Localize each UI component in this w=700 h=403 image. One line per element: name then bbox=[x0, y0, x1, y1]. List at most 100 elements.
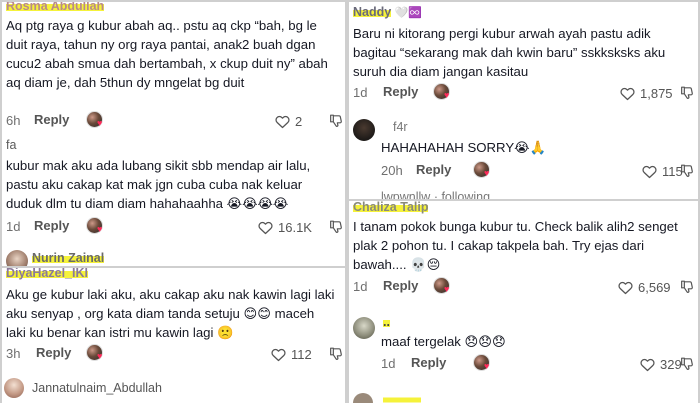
heart-outline-icon bbox=[640, 358, 655, 371]
thumbs-down-icon[interactable] bbox=[328, 345, 344, 362]
thumbs-down-icon[interactable] bbox=[679, 162, 695, 179]
username-highlight: Rosma Abdullah bbox=[6, 2, 105, 13]
comment-item: Rosma Abdullah Aq ptg raya g kubur abah … bbox=[2, 2, 345, 134]
comment-time: 3h bbox=[6, 346, 21, 361]
comment-username[interactable]: Chaliza Talip bbox=[353, 201, 429, 214]
reply-button[interactable]: Reply bbox=[34, 112, 69, 127]
reply-button[interactable]: Reply bbox=[383, 84, 418, 99]
like-button[interactable]: 6,569 bbox=[617, 277, 671, 297]
avatar[interactable] bbox=[353, 119, 375, 141]
avatar[interactable] bbox=[6, 250, 28, 266]
like-count: 1,875 bbox=[640, 85, 673, 101]
comment-text: Baru ni kitorang pergi kubur arwah ayah … bbox=[353, 26, 666, 79]
comment-item: lwpwnllw · following bbox=[349, 186, 698, 199]
username-highlight: .. bbox=[383, 315, 390, 329]
like-button[interactable]: 16.1K bbox=[257, 217, 312, 237]
username-emoji: 🤍♾️ bbox=[394, 7, 423, 19]
creator-heart-icon: ♥ bbox=[484, 361, 490, 371]
comment-username[interactable]: Rosma Abdullah bbox=[6, 2, 105, 13]
thumbs-down-icon[interactable] bbox=[679, 84, 695, 101]
creator-heart-icon: ♥ bbox=[97, 351, 103, 361]
comment-text: I tanam pokok bunga kubur tu. Check bali… bbox=[353, 219, 678, 272]
creator-heart-icon: ♥ bbox=[444, 90, 450, 100]
comment-actions: 1d Reply ♥ 1,875 bbox=[349, 83, 698, 103]
comment-username[interactable]: DiyaHazel_IKl bbox=[6, 268, 88, 280]
comment-username[interactable]: .. bbox=[383, 315, 390, 329]
comment-time: 20h bbox=[381, 163, 403, 178]
comment-item bbox=[349, 391, 698, 403]
thumbs-down-icon[interactable] bbox=[679, 278, 695, 295]
username-highlight: Naddy bbox=[353, 5, 392, 19]
comment-text: HAHAHAHAH SORRY😭🙏 bbox=[381, 140, 546, 155]
like-button[interactable]: 115 bbox=[641, 161, 683, 181]
comment-text: Aku ge kubur laki aku, aku cakap aku nak… bbox=[6, 287, 335, 340]
like-count: 2 bbox=[295, 113, 303, 129]
like-button[interactable]: 1,875 bbox=[619, 83, 673, 103]
comment-actions: 3h Reply ♥ 112 bbox=[2, 344, 345, 364]
comment-actions: 1d Reply ♥ 6,569 bbox=[349, 277, 698, 297]
comment-username[interactable]: Jannatulnaim_Abdullah bbox=[32, 381, 162, 395]
like-button[interactable]: 2 bbox=[274, 111, 302, 131]
panel-bottom-left: DiyaHazel_IKl Aku ge kubur laki aku, aku… bbox=[2, 268, 345, 403]
username-text: lwpwnllw bbox=[381, 190, 431, 199]
like-count: 112 bbox=[291, 346, 312, 362]
heart-outline-icon bbox=[642, 165, 657, 178]
username-highlight: Nurin Zainal bbox=[32, 251, 105, 265]
like-count: 16.1K bbox=[278, 219, 312, 235]
comment-actions: 1d Reply ♥ 16.1K bbox=[2, 217, 345, 237]
thumbs-down-icon[interactable] bbox=[679, 355, 695, 372]
comment-time: 1d bbox=[6, 219, 21, 234]
comment-item: .. maaf tergelak 😞😞😞 1d Reply ♥ 329 bbox=[349, 315, 698, 381]
comment-text: Aq ptg raya g kubur abah aq.. pstu aq ck… bbox=[6, 18, 328, 90]
comment-username[interactable]: fa bbox=[6, 138, 16, 152]
comment-item: Jannatulnaim_Abdullah bbox=[2, 376, 345, 403]
creator-heart-icon: ♥ bbox=[484, 168, 490, 178]
comment-item: fa kubur mak aku ada lubang sikit sbb me… bbox=[2, 136, 345, 240]
comment-time: 1d bbox=[353, 85, 368, 100]
comment-text: maaf tergelak 😞😞😞 bbox=[381, 334, 506, 349]
heart-outline-icon bbox=[271, 348, 286, 361]
thumbs-down-icon[interactable] bbox=[328, 218, 344, 235]
comment-username[interactable]: f4r bbox=[393, 120, 408, 134]
comment-item: Naddy 🤍♾️ Baru ni kitorang pergi kubur a… bbox=[349, 2, 698, 106]
comment-item: DiyaHazel_IKl Aku ge kubur laki aku, aku… bbox=[2, 268, 345, 372]
reply-button[interactable]: Reply bbox=[383, 278, 418, 293]
comment-username[interactable]: Naddy 🤍♾️ bbox=[353, 5, 422, 19]
username-highlight: Chaliza Talip bbox=[353, 201, 429, 214]
panel-top-left: Rosma Abdullah Aq ptg raya g kubur abah … bbox=[2, 2, 345, 266]
like-button[interactable]: 112 bbox=[270, 344, 312, 364]
heart-outline-icon bbox=[618, 281, 633, 294]
comment-actions: 1d Reply ♥ 329 bbox=[349, 354, 698, 374]
panel-top-right: Naddy 🤍♾️ Baru ni kitorang pergi kubur a… bbox=[349, 2, 698, 199]
heart-outline-icon bbox=[620, 87, 635, 100]
panel-bottom-right: Chaliza Talip I tanam pokok bunga kubur … bbox=[349, 201, 698, 403]
comment-item: f4r HAHAHAHAH SORRY😭🙏 20h Reply ♥ 115 bbox=[349, 116, 698, 182]
creator-heart-icon: ♥ bbox=[444, 284, 450, 294]
like-button[interactable]: 329 bbox=[639, 354, 682, 374]
reply-button[interactable]: Reply bbox=[34, 218, 69, 233]
comment-time: 1d bbox=[353, 279, 368, 294]
reply-button[interactable]: Reply bbox=[411, 355, 446, 370]
comment-item: Chaliza Talip I tanam pokok bunga kubur … bbox=[349, 201, 698, 305]
reply-button[interactable]: Reply bbox=[36, 345, 71, 360]
thumbs-down-icon[interactable] bbox=[328, 112, 344, 129]
avatar[interactable] bbox=[353, 393, 373, 403]
heart-outline-icon bbox=[275, 115, 290, 128]
comment-username[interactable]: lwpwnllw · following bbox=[381, 190, 490, 199]
avatar[interactable] bbox=[353, 317, 375, 339]
comment-text: kubur mak aku ada lubang sikit sbb menda… bbox=[6, 158, 311, 211]
username-highlight bbox=[383, 394, 421, 403]
comment-item: Nurin Zainal bbox=[2, 246, 345, 266]
creator-heart-icon: ♥ bbox=[97, 118, 103, 128]
comment-time: 6h bbox=[6, 113, 21, 128]
reply-button[interactable]: Reply bbox=[416, 162, 451, 177]
following-label: · following bbox=[433, 190, 491, 199]
avatar[interactable] bbox=[4, 378, 24, 398]
comment-username[interactable]: Nurin Zainal bbox=[32, 251, 105, 265]
comment-actions: 6h Reply ♥ 2 bbox=[2, 111, 345, 131]
username-highlight: DiyaHazel_IKl bbox=[6, 268, 88, 280]
heart-outline-icon bbox=[258, 221, 273, 234]
like-count: 6,569 bbox=[638, 279, 671, 295]
comment-time: 1d bbox=[381, 356, 396, 371]
creator-heart-icon: ♥ bbox=[97, 224, 103, 234]
